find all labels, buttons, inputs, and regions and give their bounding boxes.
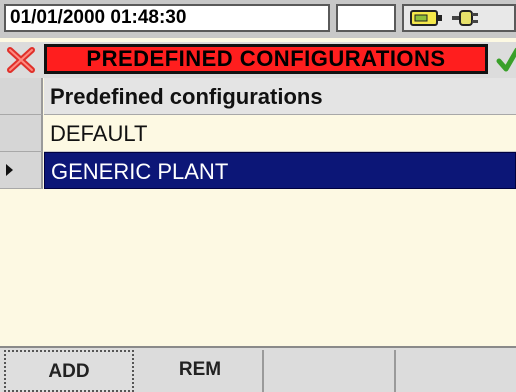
predefined-configurations-screen: 01/01/2000 01:48:30 PREDEFINED CONFIGURA… <box>0 0 516 392</box>
table-row[interactable]: DEFAULT <box>0 115 516 152</box>
row-selector[interactable] <box>0 115 43 152</box>
page-title: PREDEFINED CONFIGURATIONS <box>44 44 488 74</box>
title-row: PREDEFINED CONFIGURATIONS <box>0 42 516 78</box>
close-icon <box>7 47 35 73</box>
battery-icon <box>410 10 442 26</box>
softkey-4[interactable] <box>398 350 516 392</box>
cancel-button[interactable] <box>6 46 36 74</box>
softkey-3[interactable] <box>266 350 396 392</box>
list-item-selected[interactable]: GENERIC PLANT <box>44 152 516 189</box>
status-bar: 01/01/2000 01:48:30 <box>0 0 516 38</box>
status-slot-empty <box>336 4 396 32</box>
list-item[interactable]: DEFAULT <box>44 115 516 152</box>
table-header-row: Predefined configurations <box>0 78 516 115</box>
confirm-button[interactable] <box>496 46 516 74</box>
empty-list-area <box>0 193 516 346</box>
plug-icon <box>452 10 478 26</box>
current-row-arrow-icon <box>6 164 13 176</box>
date-time-display: 01/01/2000 01:48:30 <box>4 4 330 32</box>
table-row-selected[interactable]: GENERIC PLANT <box>0 152 516 189</box>
column-header: Predefined configurations <box>44 78 516 115</box>
add-button[interactable]: ADD <box>4 350 134 392</box>
remove-button[interactable]: REM <box>138 350 264 392</box>
row-selector[interactable] <box>0 152 43 189</box>
row-selector-header <box>0 78 43 115</box>
checkmark-icon <box>496 47 516 72</box>
softkey-bar: ADD REM <box>0 346 516 392</box>
configurations-table: Predefined configurations DEFAULT GENERI… <box>0 78 516 189</box>
status-icons-area <box>402 4 516 32</box>
